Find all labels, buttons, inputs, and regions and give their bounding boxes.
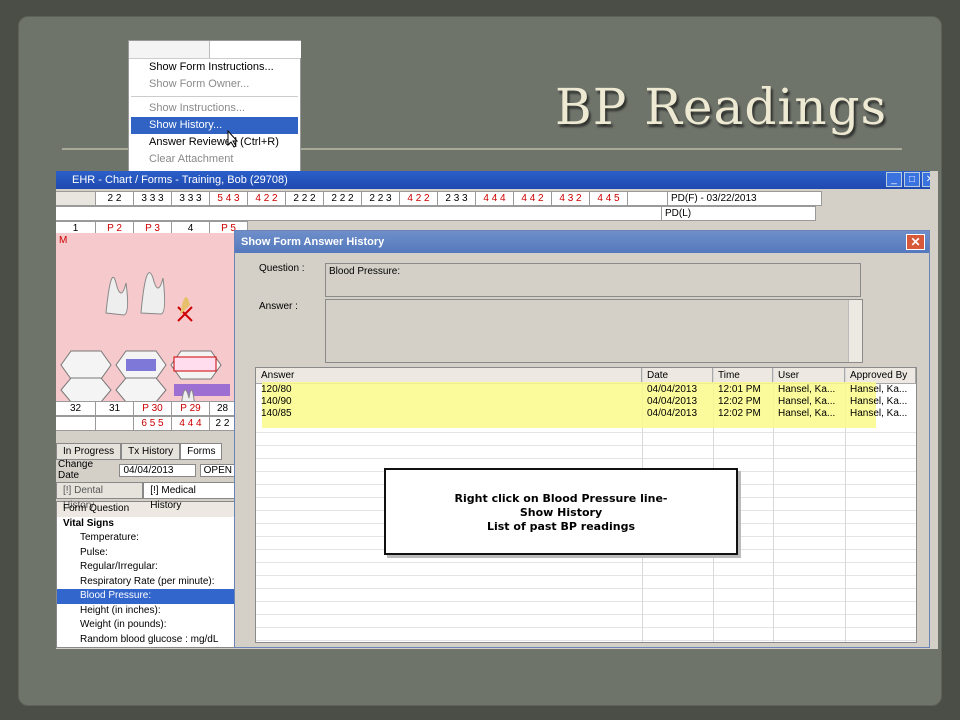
cell-user: Hansel, Ka... — [778, 408, 836, 419]
table-row[interactable]: 140/85 04/04/2013 12:02 PM Hansel, Ka...… — [256, 408, 916, 420]
menu-item-show-form-instructions[interactable]: Show Form Instructions... — [131, 59, 298, 76]
form-subtabs: [!] Dental History [!] Medical History — [56, 482, 236, 511]
instruction-callout: Right click on Blood Pressure line- Show… — [384, 468, 738, 555]
lower-tooth-number-row: 32 31 P 30 P 29 28 — [56, 401, 236, 416]
menu-item-answer-reviewed[interactable]: Answer Reviewed (Ctrl+R) — [131, 134, 298, 151]
svg-text:M: M — [59, 235, 67, 246]
cell-answer: 140/90 — [261, 396, 292, 407]
dialog-close-icon[interactable]: ✕ — [906, 234, 925, 250]
table-row[interactable]: 140/90 04/04/2013 12:02 PM Hansel, Ka...… — [256, 396, 916, 408]
callout-line-3: List of past BP readings — [486, 520, 635, 533]
tooth-chart[interactable]: M — [56, 233, 236, 409]
slide-title: BP Readings — [555, 78, 888, 136]
dialog-title: Show Form Answer History — [241, 236, 385, 248]
form-status-field: OPEN — [199, 463, 236, 477]
cell-answer: 120/80 — [261, 384, 292, 395]
tooth-number[interactable]: P 29 — [172, 401, 210, 416]
pd-l-label: PD(L) — [662, 206, 816, 221]
menu-item-show-instructions[interactable]: Show Instructions... — [131, 100, 298, 117]
cell-user: Hansel, Ka... — [778, 396, 836, 407]
cell-time: 12:02 PM — [718, 396, 761, 407]
cell-time: 12:01 PM — [718, 384, 761, 395]
tooth-number[interactable]: P 30 — [134, 401, 172, 416]
ehr-right-edge — [930, 171, 938, 649]
tooth-number[interactable]: 31 — [96, 401, 134, 416]
question-row[interactable]: Random blood glucose : mg/dL — [57, 632, 235, 647]
question-row[interactable]: Regular/Irregular: — [57, 560, 235, 575]
left-panel: In Progress Tx History Forms Change Date… — [56, 443, 236, 649]
cell-date: 04/04/2013 — [647, 384, 698, 395]
context-menu: Show Form Instructions... Show Form Owne… — [128, 40, 301, 172]
dialog-title-bar: Show Form Answer History ✕ — [235, 231, 929, 253]
tab-medical-history[interactable]: [!] Medical History — [143, 482, 236, 511]
menu-item-clear-attachment[interactable]: Clear Attachment — [131, 151, 298, 168]
perio-top-row: 2 23 3 33 3 35 4 34 2 22 2 22 2 22 2 34 … — [56, 191, 822, 206]
cell-approved-by: Hansel, Ka... — [850, 384, 908, 395]
tooth-chart-graphic: M — [59, 235, 230, 409]
ehr-title-bar: EHR - Chart / Forms - Training, Bob (297… — [56, 171, 938, 189]
history-rows: 120/80 04/04/2013 12:01 PM Hansel, Ka...… — [256, 384, 916, 420]
cell-answer: 140/85 — [261, 408, 292, 419]
ehr-window-title: EHR - Chart / Forms - Training, Bob (297… — [72, 174, 288, 186]
form-question-list: Form Question Vital Signs Temperature: P… — [56, 501, 236, 648]
cell-time: 12:02 PM — [718, 408, 761, 419]
question-field: Blood Pressure: — [325, 263, 861, 297]
perio-second-row: PD(L) — [56, 206, 816, 221]
cell-approved-by: Hansel, Ka... — [850, 408, 908, 419]
callout-line-2: Show History — [519, 506, 603, 519]
menu-item-show-form-owner[interactable]: Show Form Owner... — [131, 76, 298, 93]
cell-date: 04/04/2013 — [647, 408, 698, 419]
menu-separator — [131, 96, 298, 97]
maximize-icon[interactable]: □ — [904, 172, 920, 187]
menu-item-show-history[interactable]: Show History... — [131, 117, 298, 134]
tab-tx-history[interactable]: Tx History — [121, 443, 181, 460]
form-question-header: Form Question — [57, 502, 235, 517]
answer-scrollbar[interactable] — [848, 300, 862, 362]
question-row[interactable]: Pulse: — [57, 545, 235, 560]
question-row[interactable]: Temperature: — [57, 531, 235, 546]
minimize-icon[interactable]: _ — [886, 172, 902, 187]
tab-forms[interactable]: Forms — [180, 443, 223, 460]
question-row[interactable]: Weight (in pounds): — [57, 618, 235, 633]
tab-dental-history[interactable]: [!] Dental History — [56, 482, 144, 511]
cell-user: Hansel, Ka... — [778, 384, 836, 395]
question-row-blood-pressure[interactable]: Blood Pressure: — [57, 589, 235, 604]
tooth-number[interactable]: 28 — [210, 401, 236, 416]
cell-approved-by: Hansel, Ka... — [850, 396, 908, 407]
section-vital-signs: Vital Signs — [57, 516, 235, 531]
pd-f-label: PD(F) - 03/22/2013 — [668, 191, 822, 206]
tab-in-progress[interactable]: In Progress — [56, 443, 122, 460]
question-row[interactable]: Height (in inches): — [57, 603, 235, 618]
perio-bottom-row: 6 5 54 4 42 2 — [56, 416, 236, 431]
answer-history-dialog: Show Form Answer History ✕ Question : Bl… — [234, 230, 930, 648]
chart-tabs: In Progress Tx History Forms — [56, 443, 236, 460]
change-date-row: Change Date 04/04/2013 OPEN — [56, 459, 236, 481]
cell-date: 04/04/2013 — [647, 396, 698, 407]
answer-label: Answer : — [259, 301, 298, 312]
question-value: Blood Pressure: — [329, 266, 401, 277]
change-date-input[interactable]: 04/04/2013 — [119, 463, 196, 477]
mouse-pointer-icon — [227, 130, 239, 148]
question-label: Question : — [259, 263, 305, 274]
tooth-number[interactable]: 32 — [56, 401, 96, 416]
question-row[interactable]: Respiratory Rate (per minute): — [57, 574, 235, 589]
answer-field[interactable] — [325, 299, 863, 363]
table-row[interactable]: 120/80 04/04/2013 12:01 PM Hansel, Ka...… — [256, 384, 916, 396]
context-menu-header-strip — [129, 41, 301, 59]
callout-line-1: Right click on Blood Pressure line- — [454, 492, 668, 505]
change-date-label: Change Date — [58, 459, 94, 481]
